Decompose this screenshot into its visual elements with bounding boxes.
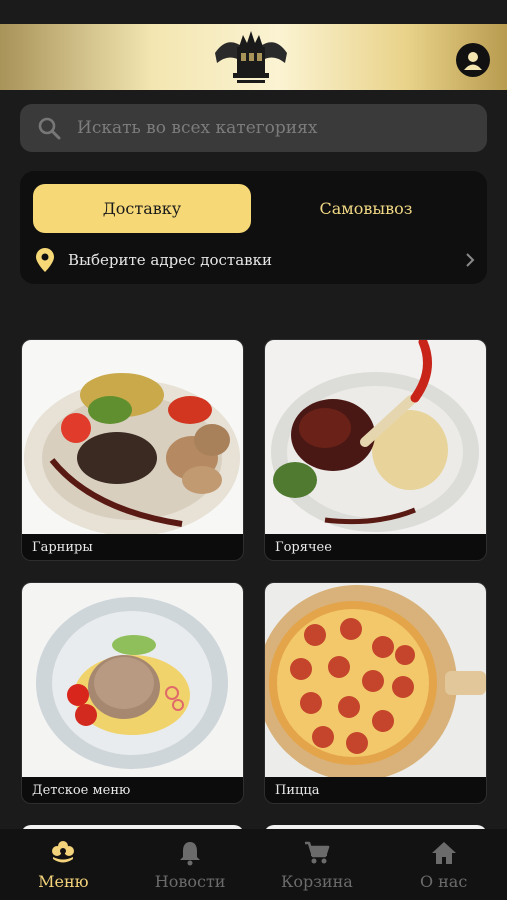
bell-icon <box>180 842 201 866</box>
category-label: Пицца <box>275 783 320 798</box>
category-card-pizza[interactable]: Пицца <box>264 582 487 804</box>
nav-item-news[interactable]: Новости <box>127 829 254 900</box>
status-bar <box>0 0 507 24</box>
delivery-options-card: Доставку Самовывоз Выберите адрес достав… <box>20 171 487 284</box>
app-header <box>0 24 507 90</box>
category-label: Детское меню <box>32 783 131 798</box>
search-icon <box>38 117 61 140</box>
search-bar[interactable] <box>20 104 487 152</box>
tab-pickup[interactable]: Самовывоз <box>258 184 474 233</box>
nav-label: Корзина <box>280 872 353 891</box>
category-label: Гарниры <box>32 540 93 555</box>
cutlet-with-mash-photo <box>22 583 243 777</box>
category-card-hot-dishes[interactable]: Горячее <box>264 339 487 561</box>
cart-icon <box>304 841 330 864</box>
account-circle-icon <box>464 52 482 70</box>
search-input[interactable] <box>77 118 457 138</box>
meat-with-risotto-photo <box>265 340 486 534</box>
address-selector[interactable]: Выберите адрес доставки <box>36 247 476 273</box>
nav-label: Новости <box>154 872 226 891</box>
menu-flower-icon <box>52 841 75 863</box>
category-card-kids-menu[interactable]: Детское меню <box>21 582 244 804</box>
profile-button[interactable] <box>456 43 490 77</box>
address-prompt: Выберите адрес доставки <box>68 251 272 269</box>
category-card-garnishes[interactable]: Гарниры <box>21 339 244 561</box>
grilled-vegetables-photo <box>22 340 243 534</box>
location-pin-icon <box>36 248 54 272</box>
pepperoni-pizza-photo <box>265 583 486 777</box>
nav-item-menu[interactable]: Меню <box>0 829 127 900</box>
home-icon <box>431 842 456 864</box>
category-label: Горячее <box>275 540 332 555</box>
bottom-navigation: Меню Новости Корзина О нас <box>0 829 507 900</box>
nav-label: О нас <box>419 872 468 891</box>
nav-item-cart[interactable]: Корзина <box>254 829 381 900</box>
nav-item-about[interactable]: О нас <box>380 829 507 900</box>
chevron-right-icon <box>466 253 475 267</box>
brand-logo <box>215 31 287 83</box>
tab-delivery[interactable]: Доставку <box>33 184 251 233</box>
nav-label: Меню <box>38 872 89 891</box>
